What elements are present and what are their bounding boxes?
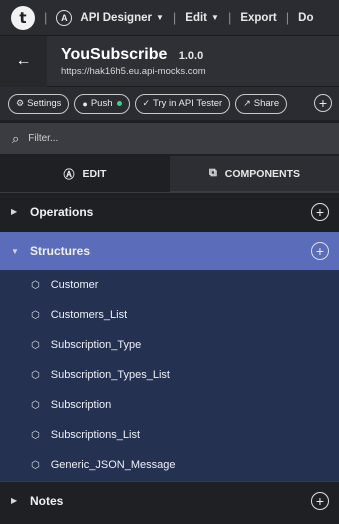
filter-bar: ⌕ [0, 123, 339, 154]
cube-icon: ⬡ [31, 429, 40, 441]
structure-item-customer[interactable]: ⬡ Customer [0, 270, 339, 300]
top-menu-bar: t | A API Designer ▼ | Edit ▼ | Export |… [0, 0, 339, 36]
plus-icon: + [318, 95, 328, 111]
push-status-dot [116, 101, 122, 106]
tab-edit-label: EDIT [82, 167, 107, 180]
tab-components-label: COMPONENTS [224, 167, 301, 180]
add-operation-button[interactable]: + [311, 202, 329, 221]
plus-icon: + [315, 492, 325, 509]
section-operations[interactable]: ▶ Operations + [0, 192, 339, 230]
structure-label: Customer [50, 279, 99, 291]
menu-edit-label: Edit [185, 11, 208, 24]
section-operations-title: Operations [30, 204, 94, 219]
edit-tab-icon: Ⓐ [63, 168, 75, 181]
section-notes[interactable]: ▶ Notes + [0, 481, 339, 519]
chevron-right-icon: ▶ [11, 207, 18, 216]
project-version: 1.0.0 [178, 49, 204, 62]
push-button[interactable]: ● Push [74, 93, 130, 114]
menu-export[interactable]: Export [240, 12, 276, 24]
structure-item-subscriptions-list[interactable]: ⬡ Subscriptions_List [0, 420, 339, 450]
menu-export-label: Export [240, 11, 277, 24]
structure-item-subscription-type[interactable]: ⬡ Subscription_Type [0, 330, 339, 360]
menu-separator: | [285, 10, 290, 25]
menu-docs[interactable]: Do [298, 12, 313, 24]
cube-icon: ⬡ [31, 309, 40, 321]
chevron-down-icon: ▼ [155, 13, 164, 22]
menu-docs-label: Do [298, 11, 314, 24]
section-structures[interactable]: ▼ Structures + [0, 232, 339, 270]
cube-icon: ⬡ [31, 459, 40, 471]
cube-icon: ⬡ [31, 369, 40, 381]
share-button[interactable]: ↗ Share [235, 93, 288, 114]
try-label: Try in API Tester [153, 98, 223, 109]
add-note-button[interactable]: + [311, 491, 329, 510]
cube-icon: ⬡ [31, 279, 40, 291]
gear-icon: ⚙ [16, 98, 25, 108]
check-circle-icon: ✓ [142, 98, 151, 108]
app-logo-letter: t [19, 8, 27, 27]
arrow-left-icon: ← [15, 52, 32, 69]
cube-icon: ⬡ [31, 339, 40, 351]
structure-item-generic-json-message[interactable]: ⬡ Generic_JSON_Message [0, 450, 339, 480]
chevron-down-icon: ▼ [211, 13, 219, 22]
structure-label: Subscriptions_List [50, 429, 141, 441]
github-icon: ● [82, 98, 88, 109]
cube-icon: ⬡ [31, 399, 40, 411]
menu-api-designer-label: API Designer [80, 11, 152, 24]
tab-edit[interactable]: Ⓐ EDIT [0, 156, 170, 192]
back-button[interactable]: ← [0, 35, 47, 87]
structure-label: Subscription_Types_List [50, 369, 170, 381]
menu-api-designer[interactable]: A API Designer ▼ [56, 9, 164, 26]
structure-label: Generic_JSON_Message [50, 459, 176, 471]
try-in-api-tester-button[interactable]: ✓ Try in API Tester [134, 93, 231, 114]
structure-item-customers-list[interactable]: ⬡ Customers_List [0, 300, 339, 330]
structure-item-subscription[interactable]: ⬡ Subscription [0, 390, 339, 420]
structure-item-subscription-types-list[interactable]: ⬡ Subscription_Types_List [0, 360, 339, 390]
menu-separator: | [172, 10, 177, 25]
structures-list: ⬡ Customer ⬡ Customers_List ⬡ Subscripti… [0, 270, 339, 481]
project-info: YouSubscribe 1.0.0 https://hak16h5.eu.ap… [61, 46, 206, 77]
search-icon: ⌕ [12, 130, 20, 146]
tab-components[interactable]: ⧉ COMPONENTS [170, 156, 339, 192]
section-notes-title: Notes [30, 493, 64, 508]
project-header: ← YouSubscribe 1.0.0 https://hak16h5.eu.… [0, 35, 339, 87]
structure-label: Customers_List [50, 309, 128, 321]
structure-label: Subscription_Type [50, 339, 142, 351]
api-designer-icon: A [56, 9, 73, 26]
structure-label: Subscription [50, 399, 112, 411]
editor-tabs: Ⓐ EDIT ⧉ COMPONENTS [0, 156, 339, 192]
share-icon: ↗ [243, 98, 251, 108]
plus-icon: + [315, 243, 325, 259]
chevron-right-icon: ▶ [11, 496, 18, 505]
action-toolbar: ⚙ Settings ● Push ✓ Try in API Tester ↗ … [0, 87, 339, 120]
chevron-down-icon: ▼ [11, 246, 19, 256]
push-label: Push [90, 98, 113, 109]
components-icon: ⧉ [208, 167, 217, 179]
project-url[interactable]: https://hak16h5.eu.api-mocks.com [61, 66, 206, 77]
add-button[interactable]: + [314, 94, 332, 112]
add-structure-button[interactable]: + [311, 242, 329, 260]
plus-icon: + [315, 203, 325, 220]
menu-separator: | [227, 10, 232, 25]
settings-label: Settings [27, 98, 62, 109]
section-structures-title: Structures [30, 244, 91, 258]
project-title: YouSubscribe [61, 45, 168, 63]
menu-edit[interactable]: Edit ▼ [185, 12, 219, 24]
menu-separator: | [44, 10, 48, 25]
settings-button[interactable]: ⚙ Settings [8, 93, 70, 114]
app-logo-icon[interactable]: t [11, 5, 35, 30]
filter-input[interactable] [28, 133, 309, 144]
share-label: Share [253, 98, 280, 109]
